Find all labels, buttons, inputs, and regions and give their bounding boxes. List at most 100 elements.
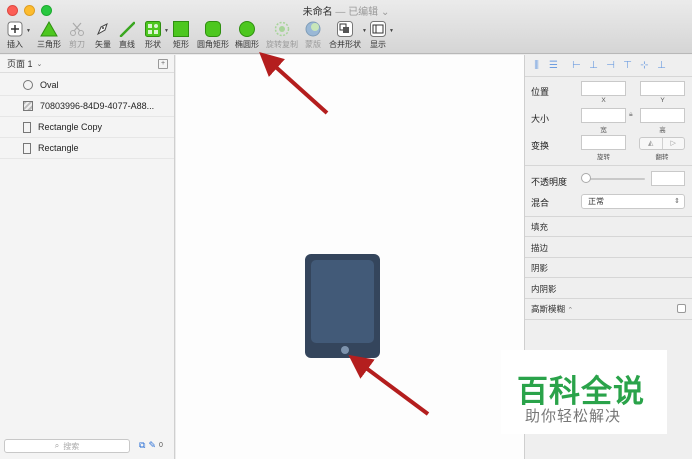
height-input[interactable] [640, 108, 685, 123]
title-chevron-icon[interactable]: ⌄ [381, 7, 389, 18]
blur-checkbox[interactable] [677, 304, 686, 313]
document-name: 未命名 [302, 7, 333, 18]
opacity-label: 不透明度 [531, 177, 568, 187]
rectangle-layer-icon [23, 121, 31, 133]
opacity-input[interactable] [651, 171, 685, 186]
page-name: 页面 1 [7, 59, 33, 69]
fill-section[interactable]: 填充 [531, 221, 548, 233]
shadow-section[interactable]: 阴影 [531, 262, 548, 274]
layer-name: Rectangle Copy [38, 122, 103, 132]
align-left-icon[interactable]: ⊢ [571, 60, 582, 71]
flip-vertical-icon[interactable]: ▷ [661, 138, 685, 149]
layer-row[interactable]: Rectangle [0, 138, 174, 159]
watermark-subtitle: 助你轻松解决 [525, 407, 622, 425]
search-placeholder: 搜索 [63, 441, 80, 451]
oval-layer-icon [23, 80, 33, 90]
rotation-input[interactable] [581, 135, 626, 150]
distribute-vertical-icon[interactable]: ☰ [548, 60, 559, 71]
layer-name: Oval [40, 80, 59, 90]
view-label: 显示 [370, 40, 386, 49]
pencil-icon[interactable]: ✎ [148, 440, 156, 451]
align-middle-icon[interactable]: ⊹ [639, 60, 650, 71]
title-bar: 未命名 — 已编辑 ⌄ ▼ 插入 三角形 剪刀 矢量 直线 ▼ 形状 矩形 圆角… [0, 0, 692, 54]
rounded-rectangle-label: 圆角矩形 [197, 40, 229, 49]
shapes-icon: ▼ [143, 20, 169, 38]
page-selector[interactable]: 页面 1 ⌄ [0, 55, 174, 73]
rectangle-layer-icon [23, 142, 31, 154]
triangle-button[interactable]: 三角形 [37, 20, 61, 52]
shapes-button[interactable]: ▼ 形状 [143, 20, 169, 52]
opacity-slider-track[interactable] [585, 178, 645, 180]
triangle-icon [39, 20, 59, 38]
tablet-home-button[interactable] [341, 346, 349, 354]
insert-label: 插入 [7, 40, 23, 49]
mask-button[interactable]: 蒙版 [303, 20, 323, 52]
canvas[interactable] [176, 55, 524, 459]
view-button[interactable]: ▼ 显示 [368, 20, 394, 52]
rectangle-button[interactable]: 矩形 [171, 20, 191, 52]
lock-icon[interactable]: 🔒︎ [629, 111, 633, 119]
border-section[interactable]: 描边 [531, 242, 548, 254]
rotate-copy-icon [272, 20, 292, 38]
chevron-down-icon: ⌄ [36, 60, 43, 68]
divider [525, 236, 692, 237]
flip-caption: 翻转 [655, 154, 669, 161]
divider [525, 216, 692, 217]
window-title: 未命名 — 已编辑 ⌄ [0, 3, 692, 18]
distribute-horizontal-icon[interactable]: ⫼ [531, 60, 542, 71]
combine-shapes-button[interactable]: ▼ 合并形状 [329, 20, 367, 52]
line-label: 直线 [119, 40, 135, 49]
mask-icon [303, 20, 323, 38]
flip-control[interactable]: ◭ ▷ [639, 137, 685, 150]
shapes-label: 形状 [145, 40, 161, 49]
layer-row[interactable]: Rectangle Copy [0, 117, 174, 138]
layer-row[interactable]: Oval [0, 75, 174, 96]
blur-section[interactable]: 高斯模糊 ⌃ [531, 303, 573, 315]
blur-label: 高斯模糊 [531, 304, 566, 314]
layer-filter-controls: ⧉ ✎ 0 [139, 440, 163, 451]
rectangle-label: 矩形 [173, 40, 189, 49]
mask-label: 蒙版 [305, 40, 321, 49]
y-input[interactable] [640, 81, 685, 96]
flip-horizontal-icon[interactable]: ◭ [640, 138, 662, 149]
scissors-button[interactable]: 剪刀 [67, 20, 87, 52]
layer-name: 70803996-84D9-4077-A88... [40, 101, 155, 111]
y-caption: Y [660, 97, 665, 104]
tablet-drawing[interactable] [305, 254, 380, 358]
align-right-icon[interactable]: ⊣ [605, 60, 616, 71]
selection-count: 0 [158, 442, 163, 449]
layer-search-input[interactable]: ⌕ 搜索 [4, 439, 130, 453]
x-caption: X [601, 97, 606, 104]
size-label: 大小 [531, 114, 550, 124]
line-icon [117, 20, 137, 38]
rounded-rectangle-button[interactable]: 圆角矩形 [197, 20, 229, 52]
blend-mode-select[interactable]: 正常 ⇕ [581, 194, 685, 209]
divider [525, 257, 692, 258]
add-page-icon[interactable]: + [158, 59, 168, 69]
rotate-copy-button[interactable]: 旋转复制 [266, 20, 298, 52]
blend-mode-value: 正常 [588, 197, 604, 206]
oval-button[interactable]: 椭圆形 [235, 20, 259, 52]
height-caption: 高 [659, 127, 666, 134]
combine-shapes-label: 合并形状 [329, 40, 361, 49]
width-caption: 宽 [600, 127, 607, 134]
tablet-screen[interactable] [311, 260, 374, 343]
width-input[interactable] [581, 108, 626, 123]
opacity-slider-knob[interactable] [581, 173, 591, 183]
copy-icon[interactable]: ⧉ [139, 440, 145, 451]
x-input[interactable] [581, 81, 626, 96]
search-icon: ⌕ [54, 441, 60, 450]
align-center-icon[interactable]: ⊥ [588, 60, 599, 71]
align-bottom-icon[interactable]: ⊥ [656, 60, 667, 71]
divider [525, 165, 692, 166]
oval-label: 椭圆形 [235, 40, 259, 49]
inner-shadow-section[interactable]: 内阴影 [531, 283, 557, 295]
vector-label: 矢量 [95, 40, 111, 49]
rotate-copy-label: 旋转复制 [266, 40, 298, 49]
align-top-icon[interactable]: ⊤ [622, 60, 633, 71]
insert-button[interactable]: ▼ 插入 [5, 20, 31, 52]
blur-chevron-icon[interactable]: ⌃ [567, 307, 573, 314]
layer-row[interactable]: 70803996-84D9-4077-A88... [0, 96, 174, 117]
vector-button[interactable]: 矢量 [93, 20, 113, 52]
line-button[interactable]: 直线 [117, 20, 137, 52]
